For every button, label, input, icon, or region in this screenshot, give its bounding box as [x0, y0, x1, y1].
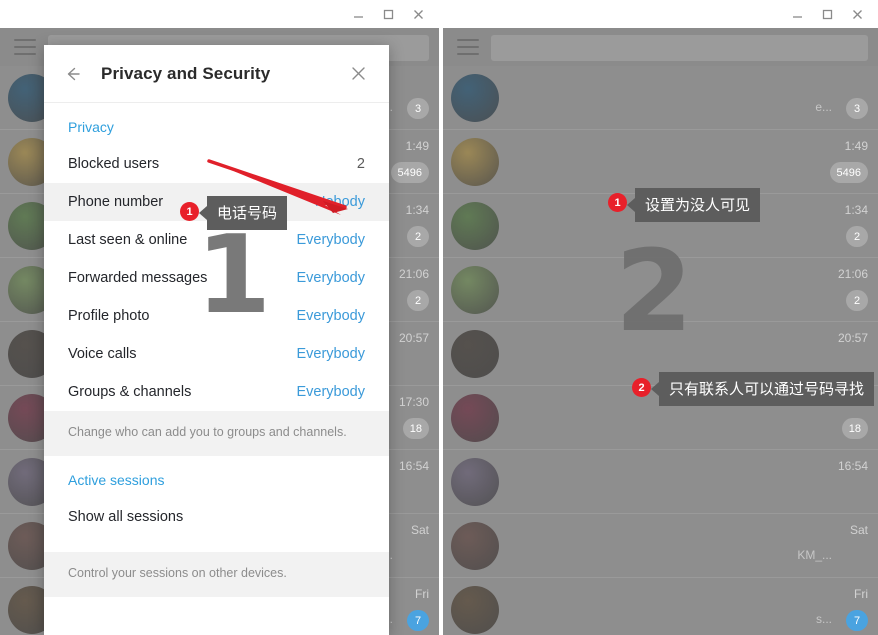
privacy-row-profile-photo[interactable]: Profile photo Everybody: [44, 297, 389, 335]
avatar: [451, 586, 499, 634]
privacy-row-blocked-users[interactable]: Blocked users 2: [44, 145, 389, 183]
unread-badge: 2: [846, 290, 868, 311]
privacy-row-label: Last seen & online: [68, 232, 188, 248]
chat-timestamp: 20:57: [837, 331, 868, 345]
avatar: [451, 330, 499, 378]
close-icon[interactable]: [403, 2, 433, 26]
unread-badge: 7: [407, 610, 429, 631]
privacy-row-value[interactable]: Nobody: [315, 194, 365, 210]
menu-icon[interactable]: [14, 39, 36, 60]
chat-list-item[interactable]: e... 3: [443, 66, 878, 130]
privacy-row-forwarded-messages[interactable]: Forwarded messages Everybody: [44, 259, 389, 297]
unread-badge: 2: [407, 290, 429, 311]
show-all-sessions-row[interactable]: Show all sessions: [44, 498, 389, 536]
right-window: e... 3 1:49 5496 1:34 2 21:06 2 20:57 17:30 18 16:5…: [443, 0, 878, 635]
avatar: [451, 522, 499, 570]
chat-topbar: [443, 28, 878, 66]
unread-badge: 2: [407, 226, 429, 247]
chat-list-item[interactable]: Fri s... 7: [443, 578, 878, 635]
chat-timestamp: 16:54: [837, 459, 868, 473]
unread-badge: 18: [841, 418, 868, 439]
privacy-row-value[interactable]: Everybody: [296, 270, 365, 286]
active-sessions-label[interactable]: Active sessions: [44, 456, 389, 498]
privacy-row-value[interactable]: Everybody: [296, 384, 365, 400]
privacy-row-groups-channels[interactable]: Groups & channels Everybody: [44, 373, 389, 411]
avatar: [451, 74, 499, 122]
dialog-header: Privacy and Security: [44, 45, 389, 103]
chat-list-item[interactable]: 17:30 18: [443, 386, 878, 450]
privacy-row-phone-number[interactable]: Phone number Nobody: [44, 183, 389, 221]
maximize-icon[interactable]: [812, 2, 842, 26]
show-all-sessions-label: Show all sessions: [68, 508, 184, 525]
chat-list-item[interactable]: 21:06 2: [443, 258, 878, 322]
back-arrow-icon[interactable]: [56, 57, 90, 91]
menu-icon[interactable]: [457, 39, 479, 60]
privacy-row-label: Profile photo: [68, 308, 150, 324]
right-chat-backdrop: e... 3 1:49 5496 1:34 2 21:06 2 20:57 17:30 18 16:5…: [443, 28, 878, 635]
privacy-row-label: Forwarded messages: [68, 270, 208, 286]
page-title: Privacy and Security: [101, 63, 271, 83]
unread-badge: 3: [846, 98, 868, 119]
chat-list-item[interactable]: 16:54: [443, 450, 878, 514]
chat-timestamp: 20:57: [398, 331, 429, 345]
privacy-settings-list: Blocked users 2 Phone number Nobody Last see…: [44, 145, 389, 411]
avatar: [451, 202, 499, 250]
chat-snippet: e...: [815, 100, 832, 114]
privacy-section-label: Privacy: [68, 119, 114, 135]
chat-list-item[interactable]: Sat KM_...: [443, 514, 878, 578]
unread-badge: 5496: [390, 162, 429, 183]
unread-badge: 2: [846, 226, 868, 247]
minimize-icon[interactable]: [343, 2, 373, 26]
unread-badge: 7: [846, 610, 868, 631]
search-input[interactable]: [491, 35, 868, 61]
privacy-row-label: Phone number: [68, 194, 164, 210]
privacy-row-label: Voice calls: [68, 346, 137, 362]
unread-badge: 3: [407, 98, 429, 119]
chat-snippet: KM_...: [797, 548, 832, 562]
privacy-row-label: Groups & channels: [68, 384, 192, 400]
chat-timestamp: 1:49: [405, 139, 429, 153]
privacy-row-value[interactable]: Everybody: [296, 232, 365, 248]
chat-list-item[interactable]: 20:57: [443, 322, 878, 386]
chat-timestamp: Fri: [854, 587, 868, 601]
groups-hint: Change who can add you to groups and cha…: [44, 411, 389, 456]
sessions-hint: Control your sessions on other devices.: [44, 551, 389, 597]
screen-root: e... 3 1:49 5496 1:34 2 21:06 2 20:57 17:30 18 16:5…: [0, 0, 878, 635]
privacy-row-value[interactable]: Everybody: [296, 308, 365, 324]
chat-list-item[interactable]: 1:34 2: [443, 194, 878, 258]
chat-timestamp: 21:06: [837, 267, 868, 281]
minimize-icon[interactable]: [782, 2, 812, 26]
chat-timestamp: Fri: [415, 587, 429, 601]
right-titlebar: [443, 0, 878, 28]
chat-timestamp: 1:34: [844, 203, 868, 217]
chat-timestamp: Sat: [410, 523, 429, 537]
chat-timestamp: Sat: [849, 523, 868, 537]
chat-timestamp: 17:30: [837, 395, 868, 409]
privacy-row-label: Blocked users: [68, 156, 160, 172]
avatar: [451, 394, 499, 442]
left-window: e...31:4954961:34221:06220:5717:301816:5…: [0, 0, 439, 635]
unread-badge: 5496: [829, 162, 868, 183]
chat-timestamp: 16:54: [398, 459, 429, 473]
avatar: [451, 458, 499, 506]
unread-badge: 18: [402, 418, 429, 439]
privacy-row-value[interactable]: 2: [357, 156, 365, 172]
maximize-icon[interactable]: [373, 2, 403, 26]
avatar: [451, 266, 499, 314]
privacy-row-voice-calls[interactable]: Voice calls Everybody: [44, 335, 389, 373]
chat-timestamp: 17:30: [398, 395, 429, 409]
close-icon[interactable]: [842, 2, 872, 26]
privacy-row-value[interactable]: Everybody: [296, 346, 365, 362]
chat-snippet: s...: [815, 612, 832, 626]
chat-timestamp: 21:06: [398, 267, 429, 281]
chat-list-item[interactable]: 1:49 5496: [443, 130, 878, 194]
chat-timestamp: 1:34: [405, 203, 429, 217]
avatar: [451, 138, 499, 186]
close-icon[interactable]: [341, 57, 375, 91]
chat-timestamp: 1:49: [844, 139, 868, 153]
privacy-and-security-dialog: Privacy and Security Privacy Blocked use…: [44, 45, 389, 635]
privacy-row-last-seen-online[interactable]: Last seen & online Everybody: [44, 221, 389, 259]
left-titlebar: [0, 0, 439, 28]
